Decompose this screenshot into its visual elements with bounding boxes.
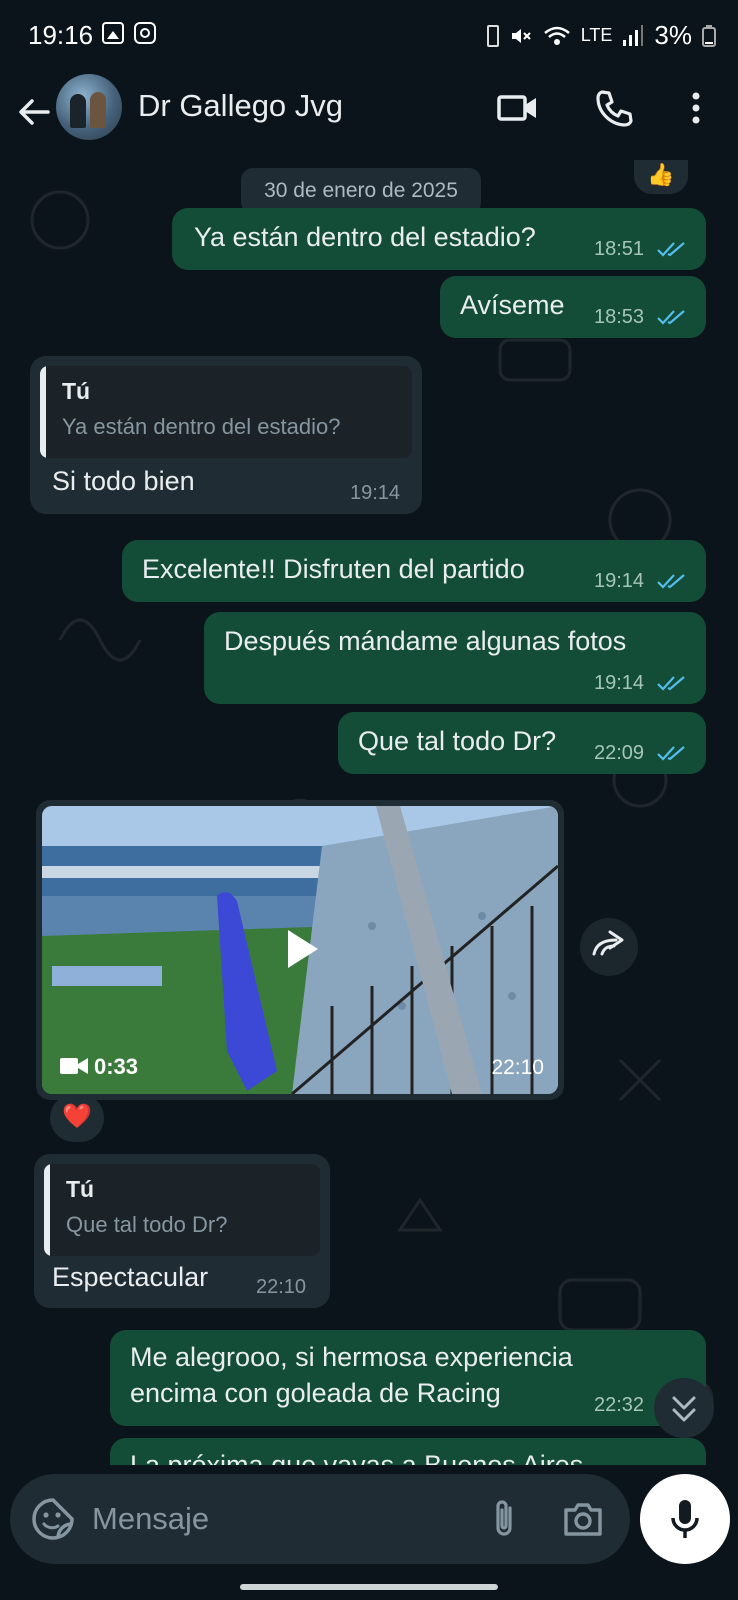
status-right-icons: LTE 3% <box>486 20 716 51</box>
message-time: 22:32 <box>594 1394 645 1416</box>
quote-author: Tú <box>62 378 91 404</box>
status-bar: 19:16 LTE 3% <box>0 0 738 70</box>
message-time: 18:51 <box>594 238 645 260</box>
network-type: LTE <box>580 25 613 45</box>
message-input[interactable] <box>92 1492 452 1546</box>
sticker-emoji-icon[interactable] <box>30 1496 76 1542</box>
more-options-icon[interactable] <box>674 86 718 130</box>
message-time: 22:09 <box>594 742 645 764</box>
message-time: 22:10 <box>256 1276 307 1298</box>
message-text: Avíseme <box>460 290 565 320</box>
read-ticks-icon <box>657 746 685 761</box>
back-arrow-icon[interactable] <box>14 92 54 132</box>
message-time: 19:14 <box>350 482 401 504</box>
read-ticks-icon <box>657 574 685 589</box>
quote-text: Que tal todo Dr? <box>66 1212 228 1237</box>
voice-call-icon[interactable] <box>592 86 636 130</box>
video-camera-icon <box>60 1058 88 1074</box>
signal-icon <box>623 24 644 46</box>
message-time: 18:53 <box>594 306 645 328</box>
notification-icons <box>102 22 156 44</box>
gallery-notification-icon <box>102 22 124 44</box>
camera-icon[interactable] <box>560 1496 606 1542</box>
message-text: Después mándame algunas fotos <box>224 626 627 656</box>
message-text: Espectacular <box>52 1262 209 1292</box>
voice-record-button[interactable] <box>640 1474 730 1564</box>
outgoing-message[interactable]: Ya están dentro del estadio? 18:51 <box>172 208 706 270</box>
chat-area[interactable]: 👍 30 de enero de 2025 Ya están dentro de… <box>0 160 738 1465</box>
wifi-icon <box>543 26 570 45</box>
mute-icon <box>511 28 531 43</box>
incoming-message[interactable]: Tú Que tal todo Dr? Espectacular 22:10 <box>34 1154 330 1308</box>
contact-avatar[interactable] <box>56 74 122 140</box>
quote-bar <box>40 366 46 458</box>
quote-bar <box>44 1164 50 1256</box>
outgoing-message[interactable]: Después mándame algunas fotos 19:14 <box>204 612 706 704</box>
video-thumbnail[interactable]: 0:33 22:10 <box>42 806 558 1094</box>
read-ticks-icon <box>657 310 685 325</box>
play-icon[interactable] <box>266 916 332 982</box>
quote-text: Ya están dentro del estadio? <box>62 414 341 439</box>
message-text: Que tal todo Dr? <box>358 726 557 756</box>
status-time: 19:16 <box>28 20 94 50</box>
message-text-line2: encima con goleada de Racing <box>130 1378 501 1408</box>
contact-name[interactable]: Dr Gallego Jvg <box>138 88 343 124</box>
chat-header: Dr Gallego Jvg <box>0 70 738 160</box>
microphone-icon <box>671 1500 699 1538</box>
video-duration: 0:33 <box>94 1054 139 1079</box>
video-call-icon[interactable] <box>496 86 540 130</box>
heart-reaction[interactable]: ❤️ <box>50 1094 104 1142</box>
outgoing-message[interactable]: Excelente!! Disfruten del partido 19:14 <box>122 540 706 602</box>
outgoing-message[interactable]: Avíseme 18:53 <box>440 276 706 338</box>
scroll-to-bottom-button[interactable] <box>654 1378 714 1438</box>
outgoing-message[interactable]: La próxima que vayas a Buenos Aires <box>110 1438 706 1465</box>
attach-clip-icon[interactable] <box>482 1496 528 1542</box>
battery-saver-icon <box>486 24 499 47</box>
quote-author: Tú <box>66 1176 95 1202</box>
message-time: 22:10 <box>491 1056 544 1079</box>
thumbs-up-reaction[interactable]: 👍 <box>634 160 688 194</box>
message-text: La próxima que vayas a Buenos Aires <box>130 1450 584 1465</box>
read-ticks-icon <box>657 242 685 257</box>
battery-icon <box>702 24 716 47</box>
home-gesture-bar[interactable] <box>240 1584 498 1590</box>
message-text: Ya están dentro del estadio? <box>194 222 536 252</box>
video-message[interactable]: 0:33 22:10 <box>36 800 564 1100</box>
battery-level: 3% <box>654 20 692 50</box>
message-text-line1: Me alegrooo, si hermosa experiencia <box>130 1342 573 1372</box>
instagram-notification-icon <box>134 22 156 44</box>
message-composer <box>10 1474 630 1564</box>
message-text: Excelente!! Disfruten del partido <box>142 554 525 584</box>
message-time: 19:14 <box>594 570 645 592</box>
quoted-message[interactable]: Tú Ya están dentro del estadio? <box>40 366 412 458</box>
outgoing-message[interactable]: Me alegrooo, si hermosa experiencia enci… <box>110 1330 706 1426</box>
forward-icon <box>592 930 624 956</box>
double-chevron-down-icon <box>672 1396 696 1422</box>
message-text: Si todo bien <box>52 466 195 496</box>
incoming-message[interactable]: Tú Ya están dentro del estadio? Si todo … <box>30 356 422 514</box>
read-ticks-icon <box>657 676 685 691</box>
outgoing-message[interactable]: Que tal todo Dr? 22:09 <box>338 712 706 774</box>
quoted-message[interactable]: Tú Que tal todo Dr? <box>44 1164 320 1256</box>
message-time: 19:14 <box>594 672 645 694</box>
forward-button[interactable] <box>580 918 638 976</box>
